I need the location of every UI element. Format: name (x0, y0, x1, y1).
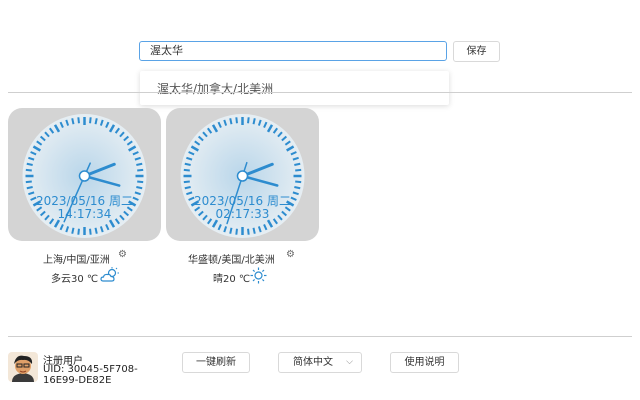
clock-tick (183, 180, 190, 184)
clock-time: 14:17:34 (57, 207, 112, 221)
clock-tick (71, 118, 75, 125)
avatar (8, 352, 38, 382)
clock-card-washington[interactable]: 2023/05/16 周二 02:17:33 (166, 108, 319, 241)
clock-tick (137, 180, 144, 184)
clock-tick (295, 180, 302, 184)
clock-tick (294, 186, 301, 190)
clock-tick (94, 227, 98, 234)
clock-tick (94, 118, 98, 125)
clock-tick (137, 168, 144, 172)
divider-bottom (8, 336, 632, 337)
clock-center (236, 170, 249, 182)
partly-cloudy-icon (100, 267, 119, 282)
suggestion-item[interactable]: 渥太华/加拿大/北美洲 (157, 80, 273, 97)
clock-tick (183, 168, 190, 172)
refresh-button[interactable]: 一键刷新 (182, 352, 250, 373)
clock-tick (235, 228, 238, 235)
language-select[interactable]: 简体中文 ⌵ (278, 352, 362, 373)
city-label-washington: 华盛顿/美国/北美洲 (188, 255, 275, 266)
suggestion-dropdown: 渥太华/加拿大/北美洲 (140, 71, 449, 105)
clock-tick (77, 117, 80, 124)
clock-tick (77, 228, 80, 235)
clock-tick (229, 118, 233, 125)
clock-tick (229, 227, 233, 234)
clock-center (78, 170, 91, 182)
city-label-shanghai: 上海/中国/亚洲 (43, 255, 110, 266)
clock-tick (252, 118, 256, 125)
help-button[interactable]: 使用说明 (390, 352, 459, 373)
clock-face (22, 114, 147, 238)
weather-text-shanghai: 多云30 ℃ (51, 274, 99, 285)
clock-tick (136, 186, 143, 190)
gear-icon[interactable]: ⚙ (286, 249, 295, 260)
clock-tick (247, 228, 250, 235)
chevron-down-icon: ⌵ (346, 357, 353, 367)
clock-tick (89, 228, 92, 235)
clock-face (180, 114, 305, 238)
language-select-label: 简体中文 (293, 357, 333, 368)
clock-tick (235, 117, 238, 124)
clock-card-shanghai[interactable]: 2023/05/16 周二 14:17:34 (8, 108, 161, 241)
sun-icon (250, 267, 267, 284)
clock-tick (25, 180, 32, 184)
clock-tick (295, 168, 302, 172)
search-input[interactable]: 渥太华 (139, 41, 447, 61)
clock-tick (252, 227, 256, 234)
clock-tick (25, 168, 32, 172)
weather-text-washington: 晴20 ℃ (213, 274, 251, 285)
save-button[interactable]: 保存 (453, 41, 500, 62)
clock-tick (294, 162, 301, 166)
divider-top (8, 92, 632, 93)
user-uid: UID: 30045-5F708-16E99-DE82E (43, 364, 138, 386)
clock-tick (71, 227, 75, 234)
clock-tick (184, 186, 191, 190)
clock-tick (89, 117, 92, 124)
clock-tick (136, 162, 143, 166)
clock-tick (26, 186, 33, 190)
clock-tick (26, 162, 33, 166)
clock-tick (184, 162, 191, 166)
gear-icon[interactable]: ⚙ (118, 249, 127, 260)
clock-time: 02:17:33 (215, 207, 270, 221)
clock-tick (247, 117, 250, 124)
